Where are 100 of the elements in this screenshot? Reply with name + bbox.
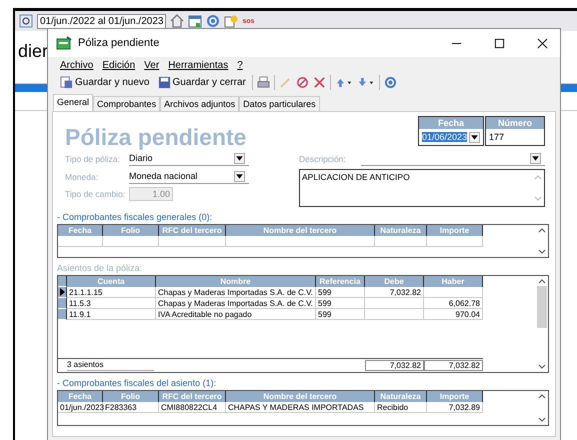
tab[interactable]: General xyxy=(53,94,94,111)
number-field[interactable]: 177 xyxy=(486,129,544,145)
home-icon[interactable] xyxy=(170,14,184,28)
field-label: Tipo de póliza: xyxy=(65,154,121,164)
save-new-icon xyxy=(60,76,73,88)
table-cell: 11.5.3 xyxy=(67,298,156,309)
scrollbar[interactable] xyxy=(536,225,548,257)
help-icon[interactable] xyxy=(384,76,397,88)
scroll-up-icon[interactable] xyxy=(538,227,546,233)
empty-table-cell xyxy=(58,236,103,247)
table-cell: CMI880822CL4 xyxy=(159,402,226,413)
column-header: RFC del tercero xyxy=(159,225,226,236)
scroll-up-icon[interactable] xyxy=(538,278,546,284)
credit-total: 7,032.82 xyxy=(424,360,483,371)
table-cell xyxy=(365,309,424,320)
table-cell: Recibido xyxy=(375,402,427,413)
section-heading: - Comprobantes fiscales generales (0): xyxy=(57,212,214,222)
tab[interactable]: Comprobantes xyxy=(93,96,160,111)
scrollbar[interactable] xyxy=(536,276,548,372)
menu-item[interactable]: Ver xyxy=(144,60,160,71)
scroll-up-icon[interactable] xyxy=(538,393,546,399)
dropdown-caret-icon[interactable] xyxy=(234,170,245,182)
toolbar-button[interactable]: Guardar y cerrar xyxy=(156,76,248,88)
entry-count: 3 asientos xyxy=(67,360,154,371)
row-selector-header xyxy=(58,276,67,287)
scrollbar-thumb[interactable] xyxy=(537,286,547,328)
table-cell: F283363 xyxy=(103,402,159,413)
row-selector[interactable] xyxy=(58,298,67,309)
table-cell: Chapas y Maderas Importadas S.A. de C.V. xyxy=(156,298,316,309)
tab[interactable]: Datos particulares xyxy=(239,96,320,111)
table-cell: CHAPAS Y MADERAS IMPORTADAS xyxy=(226,402,375,413)
help-document-icon[interactable] xyxy=(224,14,238,28)
column-header: Folio xyxy=(103,225,159,236)
scrollbar[interactable] xyxy=(536,391,548,425)
voucher-icon xyxy=(56,36,72,50)
column-header: Cuenta xyxy=(67,276,156,287)
menu-item[interactable]: Herramientas xyxy=(168,60,228,71)
page-heading-fragment: dier xyxy=(18,40,48,63)
tab[interactable]: Archivos adjuntos xyxy=(160,96,240,111)
section-heading: - Comprobantes fiscales del asiento (1): xyxy=(57,378,218,388)
table-cell: 21.1.1.15 xyxy=(67,287,156,298)
table-cell: IVA Acreditable no pagado xyxy=(156,309,316,320)
field-label: Tipo de cambio: xyxy=(65,189,126,199)
down-arrow-icon[interactable] xyxy=(356,76,375,88)
column-header: Importe xyxy=(427,391,483,402)
menu-item[interactable]: Edición xyxy=(102,60,136,71)
printer-icon[interactable] xyxy=(256,76,270,88)
delete-icon[interactable] xyxy=(312,76,326,88)
field-label: Descripción: xyxy=(299,154,347,164)
column-header: Naturaleza xyxy=(375,225,427,236)
column-header: Nombre del tercero xyxy=(226,391,375,402)
field-label: Moneda: xyxy=(65,172,100,182)
column-header: Fecha xyxy=(58,391,103,402)
table-cell: 599 xyxy=(316,287,365,298)
date-field[interactable]: 01/06/2023 xyxy=(418,129,483,145)
maximize-icon[interactable] xyxy=(494,38,505,48)
column-header: Referencia xyxy=(316,276,365,287)
table-cell: 970.04 xyxy=(424,309,483,320)
column-header: Fecha xyxy=(418,117,483,129)
toolbar-button[interactable]: Guardar y nuevo xyxy=(58,76,152,88)
column-header: Nombre xyxy=(156,276,316,287)
debit-total: 7,032.82 xyxy=(365,360,424,371)
help-icon[interactable] xyxy=(206,14,220,28)
dropdown-caret-icon[interactable] xyxy=(469,132,480,142)
form-title: Póliza pendiente xyxy=(65,124,246,151)
date-range-field[interactable]: 01/jun./2022 al 01/jun./2023 xyxy=(37,14,166,28)
menu-item[interactable]: ? xyxy=(237,60,243,71)
table-cell xyxy=(365,298,424,309)
window-title: Póliza pendiente xyxy=(78,37,160,49)
empty-table-cell xyxy=(103,236,159,247)
dropdown-caret-icon[interactable] xyxy=(234,152,245,164)
policy-type-dropdown[interactable]: Diario xyxy=(129,151,249,166)
scroll-down-icon[interactable] xyxy=(538,417,546,423)
table-cell: 599 xyxy=(316,309,365,320)
calendar-icon[interactable] xyxy=(188,14,202,28)
scroll-down-icon[interactable] xyxy=(538,364,546,370)
column-header: Número xyxy=(486,117,544,129)
section-heading: Asientos de la póliza: xyxy=(57,263,144,273)
table-cell: 7,032.82 xyxy=(365,287,424,298)
empty-table-cell xyxy=(427,236,483,247)
column-header: Importe xyxy=(427,225,483,236)
column-header: Folio xyxy=(103,391,159,402)
column-header: Debe xyxy=(365,276,424,287)
dropdown-caret-icon[interactable] xyxy=(530,152,541,164)
table-cell: 7,032.89 xyxy=(427,402,483,413)
cancel-icon[interactable] xyxy=(296,76,309,88)
empty-table-cell xyxy=(159,236,226,247)
row-selector[interactable] xyxy=(58,309,67,320)
column-header: RFC del tercero xyxy=(159,391,226,402)
close-icon[interactable] xyxy=(537,38,548,48)
column-header: Naturaleza xyxy=(375,391,427,402)
scroll-down-icon[interactable] xyxy=(538,249,546,255)
menu-item[interactable]: Archivo xyxy=(60,60,94,71)
table-cell xyxy=(424,287,483,298)
table-cell: 6,062.78 xyxy=(424,298,483,309)
table-cell: Chapas y Maderas Importadas S.A. de C.V. xyxy=(156,287,316,298)
currency-dropdown[interactable]: Moneda nacional xyxy=(129,169,249,184)
column-header: Nombre del tercero xyxy=(226,225,375,236)
empty-table-cell xyxy=(375,236,427,247)
calendar-search-icon[interactable] xyxy=(19,14,33,28)
